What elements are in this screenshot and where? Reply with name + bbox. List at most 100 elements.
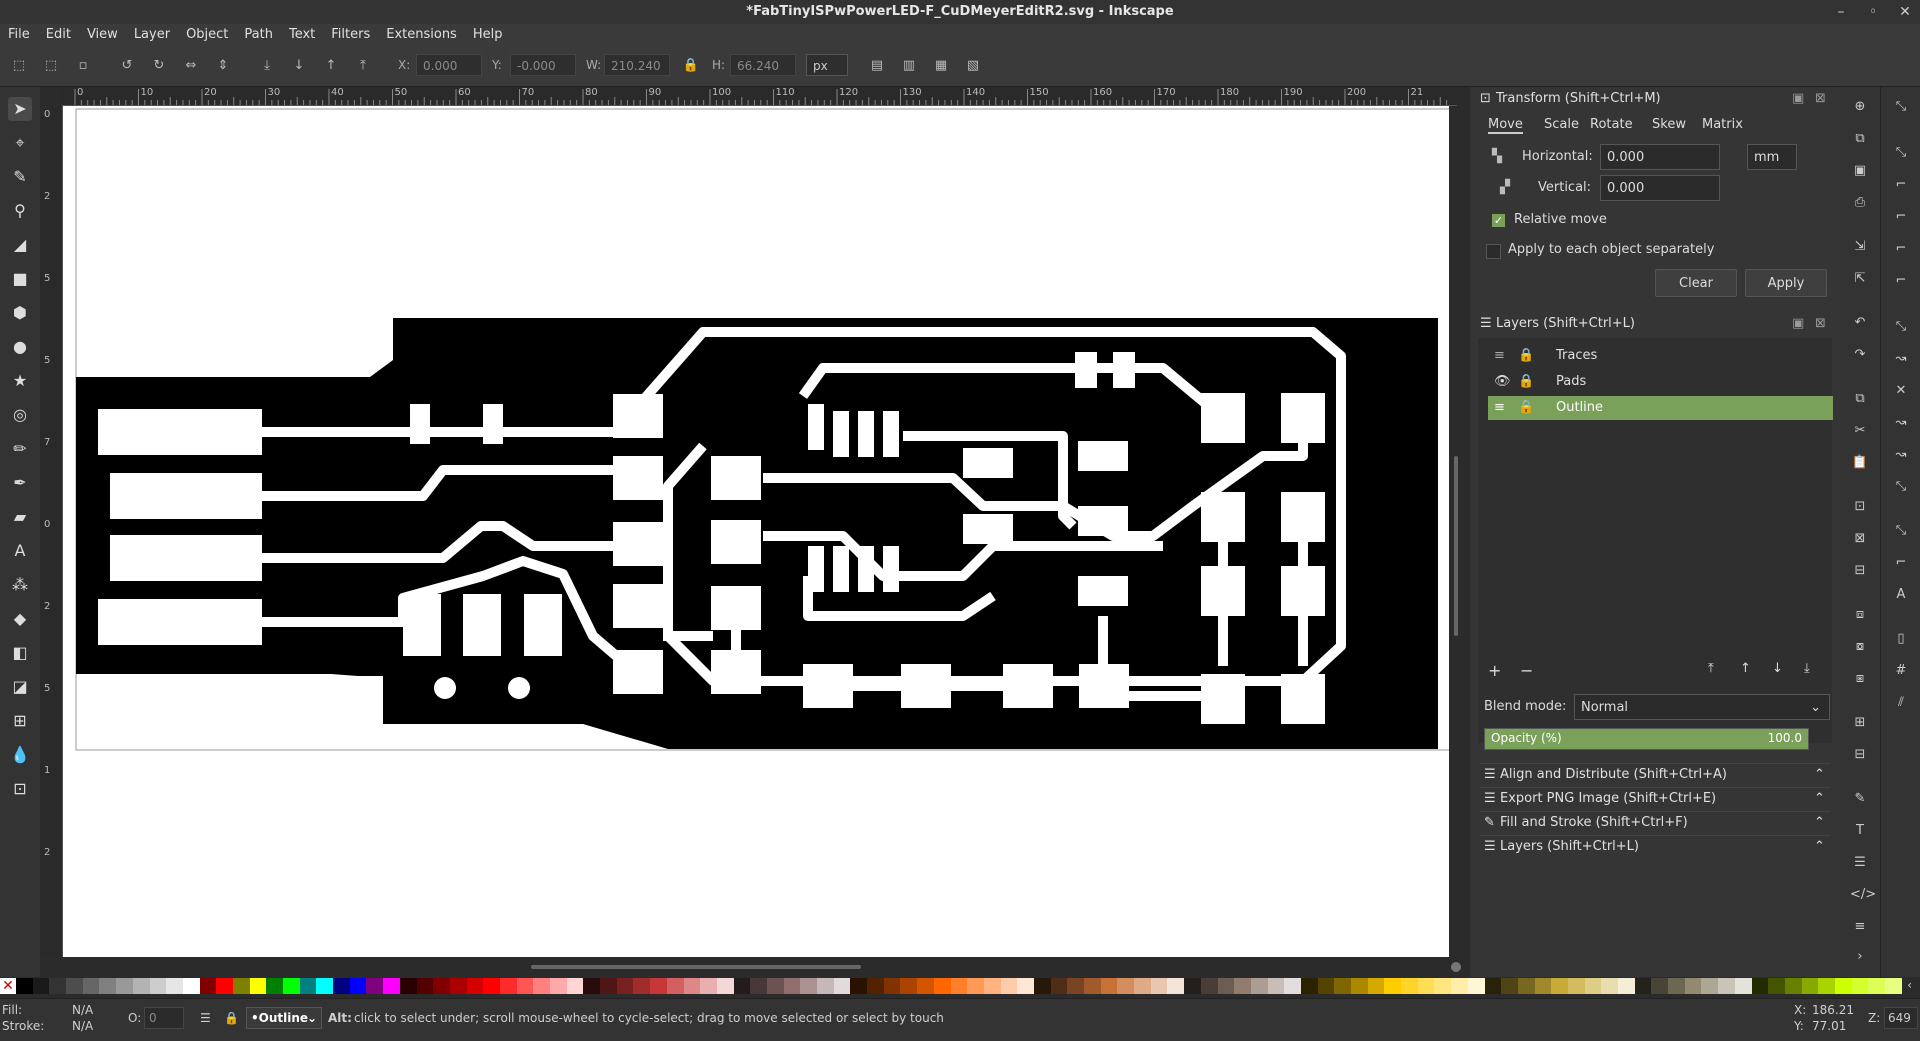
clone-icon[interactable]: ⧇ — [1850, 637, 1870, 657]
palette-swatch[interactable] — [1885, 978, 1902, 994]
layers-float-icon[interactable]: ▣ — [1792, 312, 1804, 336]
palette-swatch[interactable] — [1584, 978, 1602, 994]
align-icon[interactable]: ≡ — [1850, 917, 1870, 937]
scale-stroke-icon[interactable]: ▤ — [866, 55, 888, 77]
palette-swatch[interactable] — [700, 978, 717, 994]
palette-swatch[interactable] — [950, 978, 968, 994]
palette-swatch[interactable] — [583, 978, 601, 994]
palette-swatch[interactable] — [1150, 978, 1168, 994]
tab-rotate[interactable]: Rotate — [1590, 117, 1633, 132]
palette-swatch[interactable] — [683, 978, 701, 994]
move-unit-select[interactable]: mm — [1747, 144, 1797, 170]
apply-each-checkbox[interactable] — [1486, 244, 1501, 259]
menu-file[interactable]: File — [0, 24, 38, 46]
layer-row-pads[interactable]: 👁 🔒 Pads — [1488, 370, 1833, 394]
palette-swatch[interactable] — [1200, 978, 1218, 994]
ellipse-tool-icon[interactable]: ● — [8, 335, 32, 359]
horizontal-scrollbar[interactable] — [63, 957, 1463, 977]
transform-panel-header[interactable]: ⊡ Transform (Shift+Ctrl+M) ▣ ⊠ — [1470, 87, 1840, 111]
zoom-drawing-icon[interactable]: ⊠ — [1850, 529, 1870, 549]
snap-centers-icon[interactable]: ⤡ — [1891, 521, 1911, 541]
palette-swatch[interactable] — [1651, 978, 1669, 994]
palette-swatch[interactable] — [850, 978, 868, 994]
palette-swatch[interactable] — [1367, 978, 1385, 994]
palette-swatch[interactable] — [416, 978, 434, 994]
palette-swatch[interactable] — [1668, 978, 1685, 994]
palette-swatch[interactable] — [1618, 978, 1635, 994]
panel-float-icon[interactable]: ▣ — [1792, 87, 1804, 111]
opacity-spin[interactable]: 0 — [144, 1007, 184, 1029]
snap-paths-icon[interactable]: ↝ — [1891, 349, 1911, 369]
no-paint-swatch-icon[interactable]: ✕ — [0, 978, 16, 994]
palette-swatch[interactable] — [933, 978, 951, 994]
palette-swatch[interactable] — [600, 978, 617, 994]
palette-swatch[interactable] — [1567, 978, 1585, 994]
zoom-field[interactable]: 649 — [1884, 1007, 1918, 1029]
palette-swatch[interactable] — [1868, 978, 1885, 994]
palette-swatch[interactable] — [1517, 978, 1535, 994]
dropper-tool-icon[interactable]: 💧 — [8, 743, 32, 767]
palette-swatch[interactable] — [800, 978, 817, 994]
palette-swatch[interactable] — [16, 978, 33, 994]
palette-swatch[interactable] — [1534, 978, 1552, 994]
palette-swatch[interactable] — [867, 978, 884, 994]
palette-swatch[interactable] — [1551, 978, 1568, 994]
redo-icon[interactable]: ↷ — [1850, 345, 1870, 365]
palette-swatch[interactable] — [483, 978, 500, 994]
palette-swatch[interactable] — [216, 978, 233, 994]
tweak-tool-icon[interactable]: ✎ — [8, 165, 32, 189]
box3d-tool-icon[interactable]: ⬢ — [8, 301, 32, 325]
palette-swatch[interactable] — [232, 978, 250, 994]
open-file-icon[interactable]: ⧉ — [1850, 129, 1870, 149]
copy-icon[interactable]: ⧉ — [1850, 389, 1870, 409]
pencil-tool-icon[interactable]: ✏ — [8, 437, 32, 461]
palette-swatch[interactable] — [1684, 978, 1702, 994]
lower-bottom-icon[interactable]: ⤓ — [256, 55, 278, 77]
palette-swatch[interactable] — [1784, 978, 1802, 994]
palette-swatch[interactable] — [783, 978, 801, 994]
palette-swatch[interactable] — [32, 978, 50, 994]
menu-filters[interactable]: Filters — [323, 24, 378, 46]
horizontal-ruler[interactable]: 0 10 20 30 40 50 60 70 80 90 100 110 120 130 140 150 160… — [62, 87, 1457, 106]
drawing-canvas[interactable] — [63, 106, 1451, 957]
palette-swatch[interactable] — [1000, 978, 1018, 994]
palette-swatch[interactable] — [49, 978, 67, 994]
menu-help[interactable]: Help — [465, 24, 511, 46]
palette-swatch[interactable] — [1100, 978, 1118, 994]
eraser-tool-icon[interactable]: ◆ — [8, 607, 32, 631]
palette-swatch[interactable] — [1067, 978, 1084, 994]
print-icon[interactable]: ⎙ — [1850, 193, 1870, 213]
select-all-layers-icon[interactable]: ⬚ — [40, 55, 62, 77]
snap-smooth-icon[interactable]: ↝ — [1891, 445, 1911, 465]
menu-text[interactable]: Text — [281, 24, 323, 46]
palette-swatch[interactable] — [116, 978, 133, 994]
palette-swatch[interactable] — [433, 978, 450, 994]
clear-button[interactable]: Clear — [1655, 269, 1737, 297]
menu-edit[interactable]: Edit — [38, 24, 79, 46]
minimize-button[interactable]: – — [1834, 4, 1848, 20]
palette-swatch[interactable] — [1317, 978, 1335, 994]
palette-swatch[interactable] — [967, 978, 984, 994]
palette-swatch[interactable] — [316, 978, 334, 994]
palette-swatch[interactable] — [1134, 978, 1151, 994]
rotate-ccw-icon[interactable]: ↺ — [116, 55, 138, 77]
layer-row-traces[interactable]: ≡ 🔒 Traces — [1488, 344, 1833, 368]
rotate-cw-icon[interactable]: ↻ — [148, 55, 170, 77]
h-field[interactable]: 66.240 — [730, 54, 796, 76]
lock-icon[interactable]: 🔒 — [1518, 396, 1534, 420]
raise-layer-top-icon[interactable]: ⤒ — [1708, 661, 1714, 676]
palette-swatch[interactable] — [1017, 978, 1034, 994]
palette-swatch[interactable] — [833, 978, 851, 994]
snap-nodes-icon[interactable]: ⤡ — [1891, 317, 1911, 337]
zoom-selection-icon[interactable]: ⊡ — [1850, 497, 1870, 517]
palette-swatch[interactable] — [900, 978, 918, 994]
snap-toggle-icon[interactable]: ⤡ — [1891, 97, 1911, 117]
palette-swatch[interactable] — [633, 978, 651, 994]
palette-swatch[interactable] — [1818, 978, 1835, 994]
undo-icon[interactable]: ↶ — [1850, 313, 1870, 333]
palette-swatch[interactable] — [766, 978, 784, 994]
palette-swatch[interactable] — [750, 978, 767, 994]
palette-swatch[interactable] — [1351, 978, 1368, 994]
ungroup-icon[interactable]: ⊟ — [1850, 745, 1870, 765]
layers-icon[interactable]: ☰ — [1850, 853, 1870, 873]
